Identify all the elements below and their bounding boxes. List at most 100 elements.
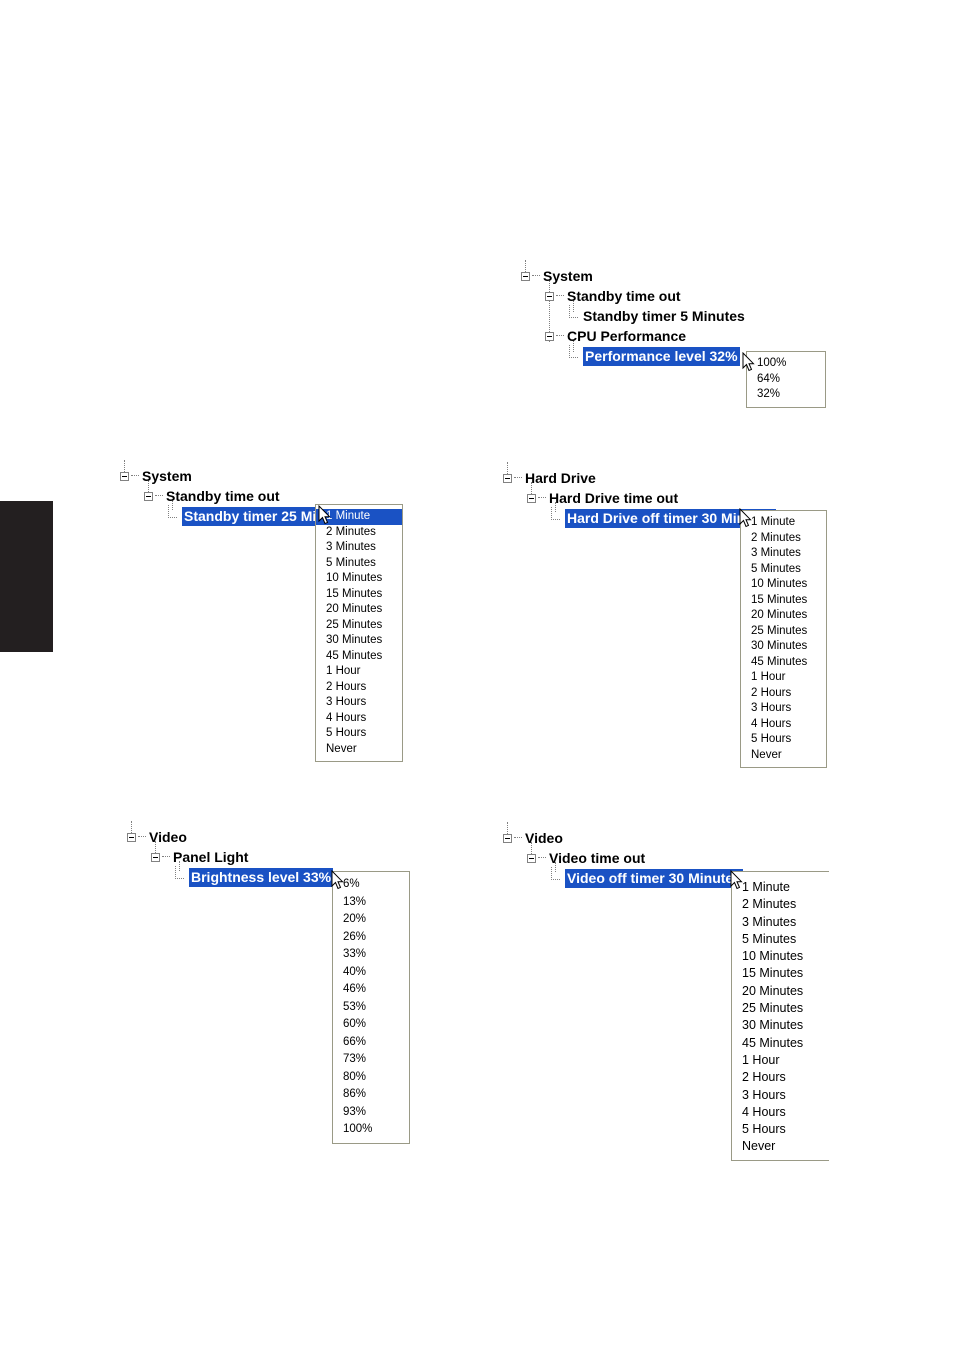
dropdown-item[interactable]: 30 Minutes: [316, 633, 402, 649]
dropdown-item[interactable]: 100%: [333, 1121, 409, 1139]
dropdown-item[interactable]: 1 Minute: [732, 879, 829, 896]
dropdown-item[interactable]: 1 Minute: [741, 515, 826, 531]
tree-node-video[interactable]: Video: [127, 827, 333, 847]
dropdown-item[interactable]: 20 Minutes: [741, 608, 826, 624]
dropdown-item[interactable]: 1 Hour: [732, 1052, 829, 1069]
tree-node-standby-timer-value[interactable]: Standby timer 5 Minutes: [521, 304, 745, 326]
dropdown-item[interactable]: 13%: [333, 894, 409, 912]
dropdown-menu-performance-level[interactable]: 100% 64% 32%: [746, 351, 826, 408]
tree-node-hard-drive[interactable]: Hard Drive: [503, 468, 776, 488]
dropdown-item[interactable]: 10 Minutes: [732, 948, 829, 965]
dropdown-item[interactable]: 15 Minutes: [732, 965, 829, 982]
collapse-minus-icon[interactable]: [127, 832, 136, 842]
dropdown-item[interactable]: 2 Hours: [741, 686, 826, 702]
dropdown-item[interactable]: 1 Minute: [316, 509, 402, 525]
tree-node-system[interactable]: System: [120, 466, 356, 486]
tree-node-brightness-level-selected[interactable]: Brightness level 33%: [127, 865, 334, 889]
dropdown-item[interactable]: 60%: [333, 1016, 409, 1034]
dropdown-item[interactable]: 30 Minutes: [741, 639, 826, 655]
tree-node-video[interactable]: Video: [503, 828, 743, 848]
dropdown-item[interactable]: 66%: [333, 1034, 409, 1052]
dropdown-item[interactable]: 26%: [333, 929, 409, 947]
dropdown-item[interactable]: 25 Minutes: [316, 618, 402, 634]
dropdown-item[interactable]: 2 Minutes: [316, 525, 402, 541]
collapse-minus-icon[interactable]: [151, 852, 160, 862]
dropdown-item[interactable]: 5 Hours: [741, 732, 826, 748]
dropdown-item[interactable]: 4 Hours: [732, 1104, 829, 1121]
dropdown-item[interactable]: 80%: [333, 1069, 409, 1087]
dropdown-item[interactable]: 20 Minutes: [732, 983, 829, 1000]
dropdown-item[interactable]: 5 Minutes: [732, 931, 829, 948]
dropdown-item[interactable]: 5 Hours: [316, 726, 402, 742]
dropdown-item[interactable]: 3 Hours: [741, 701, 826, 717]
dropdown-item[interactable]: 33%: [333, 946, 409, 964]
selected-tree-node-label[interactable]: Performance level 32%: [583, 347, 740, 366]
dropdown-item[interactable]: 5 Minutes: [741, 562, 826, 578]
collapse-minus-icon[interactable]: [503, 473, 512, 483]
dropdown-item[interactable]: 1 Hour: [741, 670, 826, 686]
dropdown-item[interactable]: 20 Minutes: [316, 602, 402, 618]
dropdown-item[interactable]: 45 Minutes: [732, 1035, 829, 1052]
dropdown-item[interactable]: 73%: [333, 1051, 409, 1069]
dropdown-menu-standby-timer[interactable]: 1 Minute 2 Minutes 3 Minutes 5 Minutes 1…: [315, 504, 403, 762]
dropdown-item[interactable]: 45 Minutes: [316, 649, 402, 665]
collapse-minus-icon[interactable]: [545, 331, 554, 341]
collapse-minus-icon[interactable]: [120, 471, 129, 481]
tree-node-performance-level-selected[interactable]: Performance level 32%: [521, 344, 745, 368]
dropdown-item[interactable]: 30 Minutes: [732, 1017, 829, 1034]
selected-tree-node-label[interactable]: Brightness level 33%: [189, 868, 334, 887]
dropdown-item[interactable]: 3 Hours: [316, 695, 402, 711]
dropdown-item[interactable]: 93%: [333, 1104, 409, 1122]
tree-node-system[interactable]: System: [521, 266, 745, 286]
dropdown-item[interactable]: Never: [316, 742, 402, 758]
tree-node-cpu-performance[interactable]: CPU Performance: [521, 326, 745, 346]
dropdown-item[interactable]: 2 Hours: [732, 1069, 829, 1086]
dropdown-item[interactable]: 10 Minutes: [741, 577, 826, 593]
dropdown-item[interactable]: Never: [741, 748, 826, 764]
tree-node-standby-time-out[interactable]: Standby time out: [120, 486, 356, 506]
dropdown-item[interactable]: 2 Minutes: [732, 896, 829, 913]
dropdown-item[interactable]: 5 Hours: [732, 1121, 829, 1138]
dropdown-item[interactable]: Never: [732, 1138, 829, 1155]
dropdown-item[interactable]: 5 Minutes: [316, 556, 402, 572]
dropdown-item[interactable]: 10 Minutes: [316, 571, 402, 587]
dropdown-item[interactable]: 64%: [747, 372, 825, 388]
dropdown-menu-hard-drive-off-timer[interactable]: 1 Minute 2 Minutes 3 Minutes 5 Minutes 1…: [740, 510, 827, 768]
tree-node-hard-drive-off-timer-selected[interactable]: Hard Drive off timer 30 Minutes: [503, 506, 776, 530]
dropdown-item[interactable]: 100%: [747, 356, 825, 372]
collapse-minus-icon[interactable]: [527, 493, 536, 503]
dropdown-item[interactable]: 1 Hour: [316, 664, 402, 680]
tree-node-standby-time-out[interactable]: Standby time out: [521, 286, 745, 306]
collapse-minus-icon[interactable]: [503, 833, 512, 843]
dropdown-item[interactable]: 4 Hours: [741, 717, 826, 733]
dropdown-item[interactable]: 3 Minutes: [316, 540, 402, 556]
dropdown-item[interactable]: 6%: [333, 876, 409, 894]
dropdown-menu-video-off-timer[interactable]: 1 Minute 2 Minutes 3 Minutes 5 Minutes 1…: [731, 871, 829, 1161]
dropdown-menu-brightness-level[interactable]: 6% 13% 20% 26% 33% 40% 46% 53% 60% 66% 7…: [332, 871, 410, 1144]
dropdown-item[interactable]: 32%: [747, 387, 825, 403]
dropdown-item[interactable]: 86%: [333, 1086, 409, 1104]
dropdown-item[interactable]: 2 Minutes: [741, 531, 826, 547]
dropdown-item[interactable]: 3 Minutes: [741, 546, 826, 562]
dropdown-item[interactable]: 4 Hours: [316, 711, 402, 727]
dropdown-item[interactable]: 25 Minutes: [732, 1000, 829, 1017]
dropdown-item[interactable]: 15 Minutes: [316, 587, 402, 603]
dropdown-item[interactable]: 25 Minutes: [741, 624, 826, 640]
dropdown-item[interactable]: 3 Minutes: [732, 914, 829, 931]
tree-node-video-time-out[interactable]: Video time out: [503, 848, 743, 868]
collapse-minus-icon[interactable]: [521, 271, 530, 281]
collapse-minus-icon[interactable]: [527, 853, 536, 863]
dropdown-item[interactable]: 20%: [333, 911, 409, 929]
dropdown-item[interactable]: 15 Minutes: [741, 593, 826, 609]
collapse-minus-icon[interactable]: [144, 491, 153, 501]
tree-node-panel-light[interactable]: Panel Light: [127, 847, 333, 867]
selected-tree-node-label[interactable]: Video off timer 30 Minutes: [565, 869, 743, 888]
dropdown-item[interactable]: 45 Minutes: [741, 655, 826, 671]
dropdown-item[interactable]: 46%: [333, 981, 409, 999]
dropdown-item[interactable]: 3 Hours: [732, 1087, 829, 1104]
tree-node-hard-drive-time-out[interactable]: Hard Drive time out: [503, 488, 776, 508]
dropdown-item[interactable]: 40%: [333, 964, 409, 982]
dropdown-item[interactable]: 53%: [333, 999, 409, 1017]
dropdown-item[interactable]: 2 Hours: [316, 680, 402, 696]
collapse-minus-icon[interactable]: [545, 291, 554, 301]
